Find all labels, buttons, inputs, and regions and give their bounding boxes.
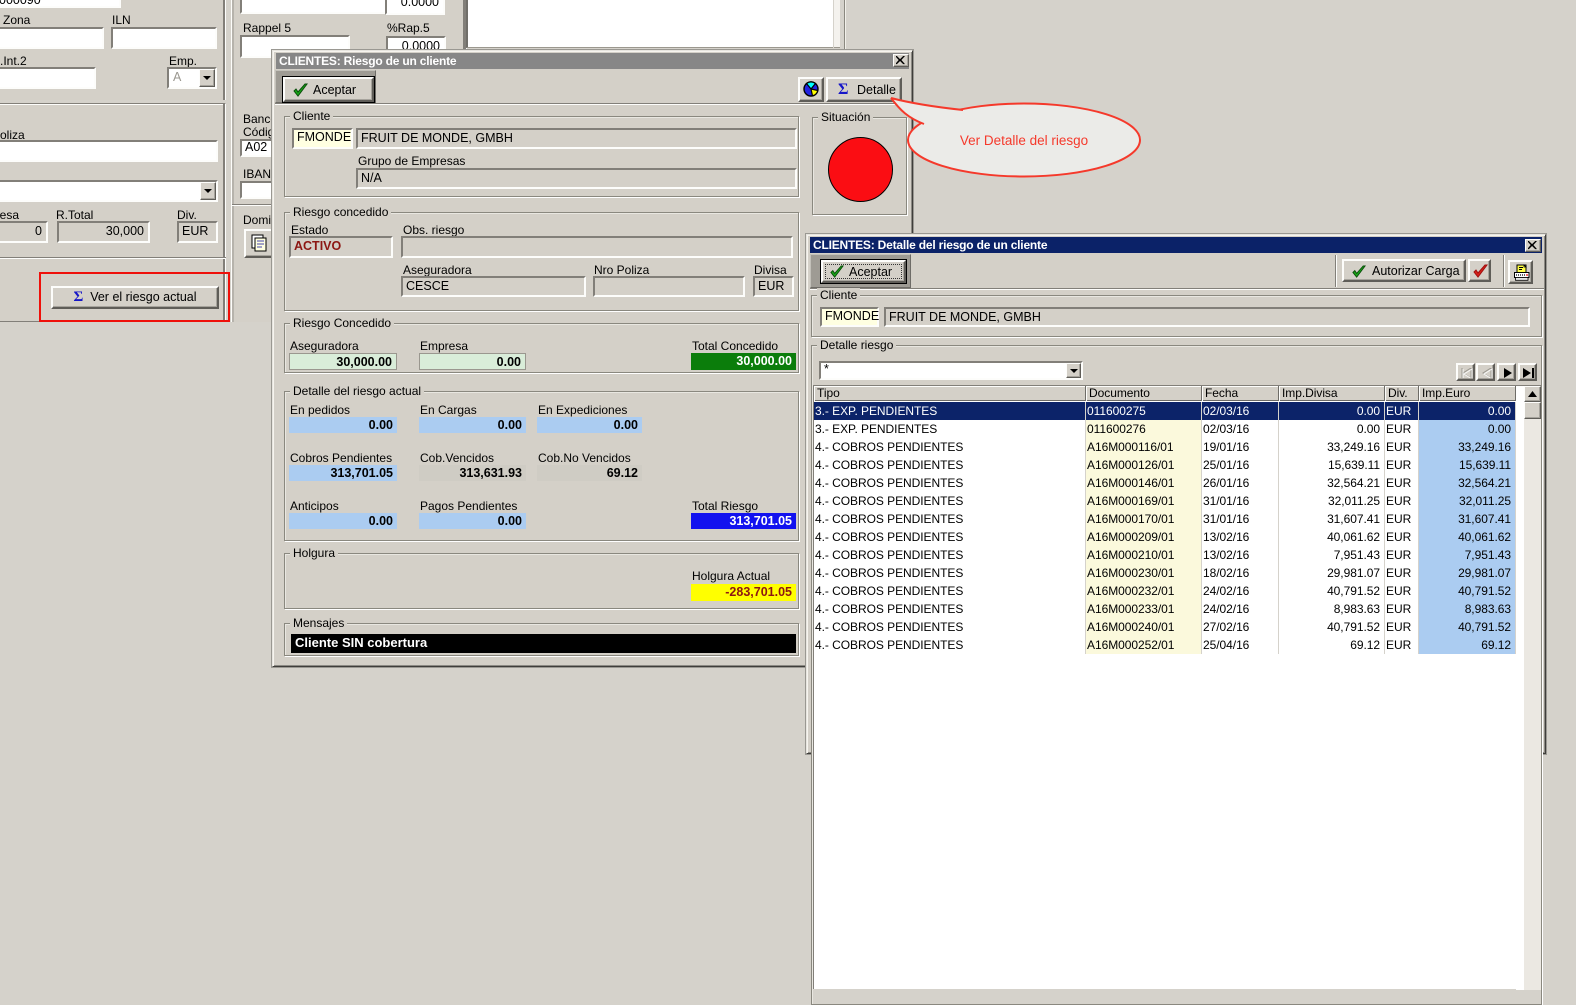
svg-text:Ver Detalle del riesgo: Ver Detalle del riesgo bbox=[960, 133, 1088, 148]
